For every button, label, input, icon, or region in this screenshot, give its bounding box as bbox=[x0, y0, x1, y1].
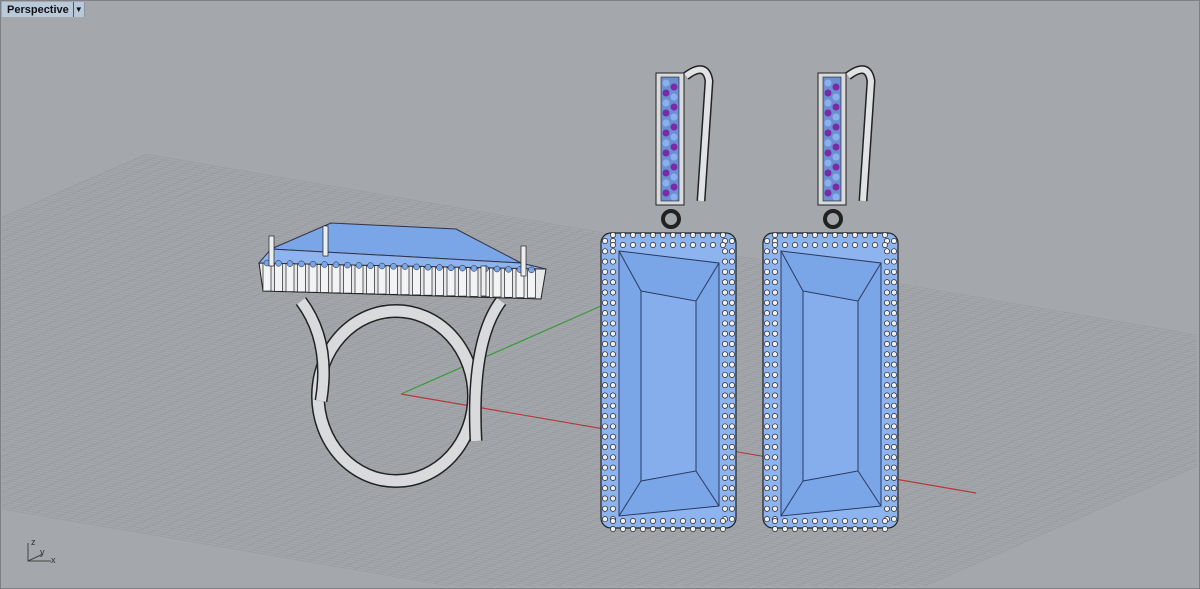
earring-right[interactable] bbox=[762, 65, 899, 532]
x-axis-label: x bbox=[51, 555, 56, 565]
3d-scene[interactable] bbox=[1, 1, 1199, 588]
construction-grid bbox=[1, 153, 1198, 587]
z-axis-label: z bbox=[31, 537, 36, 547]
world-axes-icon: z y x bbox=[23, 537, 63, 571]
triangle-down-icon[interactable]: ▼ bbox=[72, 2, 84, 17]
perspective-viewport[interactable]: Perspective ▼ z y x bbox=[0, 0, 1200, 589]
viewport-title-tab[interactable]: Perspective ▼ bbox=[2, 2, 85, 17]
y-axis-label: y bbox=[40, 547, 45, 557]
earring-left[interactable] bbox=[600, 65, 737, 532]
viewport-title[interactable]: Perspective bbox=[2, 4, 73, 16]
